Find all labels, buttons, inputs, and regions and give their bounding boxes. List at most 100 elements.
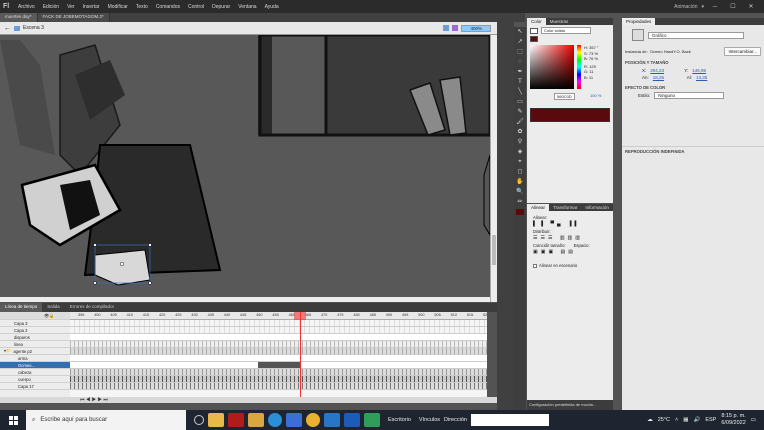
doc-tab-2[interactable]: FACK DE JOBEMOTAGOM.2*	[37, 13, 110, 22]
back-arrow-icon[interactable]: ←	[4, 25, 11, 32]
taskbar-label-links[interactable]: Vínculos	[419, 417, 440, 423]
edit-symbol-icon[interactable]	[452, 25, 459, 31]
frame-ruler[interactable]: 395 400 405 410 415 420 425 430 435 440 445 450 455 4…	[70, 312, 487, 320]
maximize-icon[interactable]: ☐	[726, 3, 740, 10]
h-value[interactable]: 357 °	[589, 45, 598, 50]
height-value[interactable]: 13,35	[696, 75, 707, 80]
menu-texto[interactable]: Texto	[132, 4, 152, 10]
frame-row[interactable]	[70, 369, 487, 376]
layer-row[interactable]: Capa 2	[0, 327, 70, 334]
hue-slider[interactable]	[577, 45, 581, 89]
hand-tool-icon[interactable]: ✋	[515, 178, 525, 187]
layer-folder[interactable]: ▾📁 agente p2	[0, 348, 70, 355]
layer-row[interactable]: Capa 3	[0, 320, 70, 327]
notification-icon[interactable]: ▭	[751, 417, 756, 423]
tab-transform[interactable]: Transformar	[549, 204, 581, 211]
line-tool-icon[interactable]: ╲	[515, 88, 525, 97]
edit-scene-icon[interactable]	[443, 25, 450, 31]
alpha-field[interactable]: 100 %	[590, 93, 601, 98]
frame-row[interactable]	[70, 327, 487, 334]
y-value[interactable]: 146,95	[692, 68, 706, 73]
play-controls[interactable]: ⏮ ◀ ▶ ▶ ⏭	[80, 397, 108, 403]
address-field[interactable]	[470, 414, 549, 426]
bone-tool-icon[interactable]: ⚲	[515, 138, 525, 147]
edge-icon[interactable]	[268, 413, 282, 427]
distribute-buttons[interactable]: ☰☰☰ ▥▥▥	[533, 235, 607, 242]
chevron-up-icon[interactable]: ˄	[675, 417, 678, 423]
app-icon[interactable]	[364, 413, 380, 427]
s-value[interactable]: 73 %	[589, 51, 598, 56]
layer-row-selected[interactable]: Ocmeo...	[0, 362, 70, 369]
width-value[interactable]: 18,25	[653, 75, 683, 80]
task-view-icon[interactable]	[194, 415, 204, 425]
folder-app-icon[interactable]	[248, 413, 264, 427]
menu-ver[interactable]: Ver	[63, 4, 79, 10]
position-section[interactable]: POSICIÓN Y TAMAÑO	[622, 58, 764, 67]
layer-row[interactable]: arma	[0, 355, 70, 362]
tab-swatches[interactable]: Muestras	[546, 18, 573, 25]
taskbar-label-desktop[interactable]: Escritorio	[388, 417, 411, 423]
selection-tool-icon[interactable]: ↖	[515, 28, 525, 37]
layer-row[interactable]: Capa 17	[0, 383, 70, 390]
stage-horizontal-scrollbar[interactable]	[0, 297, 490, 302]
paint-bucket-icon[interactable]: ◈	[515, 148, 525, 157]
color-picker-field[interactable]	[530, 45, 574, 89]
fill-color-swatch-large[interactable]	[530, 36, 538, 42]
stroke-color-icon[interactable]: ✏	[515, 198, 525, 207]
volume-icon[interactable]: 🔊	[693, 417, 700, 423]
deco-tool-icon[interactable]: ✿	[515, 128, 525, 137]
tab-color[interactable]: Color	[527, 18, 546, 25]
layer-row[interactable]: cuerpo	[0, 376, 70, 383]
stroke-color-swatch[interactable]	[530, 27, 538, 34]
playhead-handle[interactable]	[294, 312, 306, 320]
hex-field[interactable]: 560C0D	[554, 93, 575, 100]
stage-canvas[interactable]	[0, 35, 490, 302]
motion-presets-tab[interactable]: Configuración predefinida de movim...	[527, 400, 613, 410]
taskbar-search[interactable]: ⌕ Escribe aquí para buscar	[26, 410, 186, 430]
layer-row[interactable]: cabeza	[0, 369, 70, 376]
swap-button[interactable]: Intercambiar...	[724, 47, 761, 56]
tab-align[interactable]: Alinear	[527, 204, 550, 211]
lock-icon[interactable]: 🔒	[49, 313, 54, 319]
zoom-tool-icon[interactable]: 🔍	[515, 188, 525, 197]
menu-comandos[interactable]: Comandos	[152, 4, 184, 10]
playhead[interactable]	[300, 312, 301, 397]
clock[interactable]: 8:15 p. m. 6/09/2022	[721, 413, 745, 427]
frame-row[interactable]	[70, 383, 487, 390]
eraser-tool-icon[interactable]: ◻	[515, 168, 525, 177]
subselection-tool-icon[interactable]: ↗	[515, 38, 525, 47]
menu-ventana[interactable]: Ventana	[234, 4, 260, 10]
tab-properties[interactable]: Propiedades	[622, 18, 656, 25]
transform-tool-icon[interactable]: ⬚	[515, 48, 525, 57]
tab-timeline[interactable]: Línea de tiempo	[0, 303, 43, 312]
color-effect-section[interactable]: EFECTO DE COLOR	[622, 81, 764, 91]
lasso-tool-icon[interactable]: ◌	[515, 58, 525, 67]
frame-row[interactable]	[70, 376, 487, 383]
align-stage-checkbox[interactable]	[533, 263, 537, 268]
layer-row[interactable]: disparos	[0, 334, 70, 341]
menu-depurar[interactable]: Depurar	[208, 4, 234, 10]
eyedropper-icon[interactable]: ⌖	[515, 158, 525, 167]
rectangle-tool-icon[interactable]: ▭	[515, 98, 525, 107]
r-value[interactable]: 129	[589, 64, 596, 69]
menu-modificar[interactable]: Modificar	[104, 4, 132, 10]
network-icon[interactable]: ▦	[683, 417, 688, 423]
tab-compiler-errors[interactable]: Errores de compilador	[65, 303, 119, 312]
b-value[interactable]: 76 %	[589, 56, 598, 61]
frame-row[interactable]	[70, 334, 487, 341]
file-explorer-icon[interactable]	[208, 413, 224, 427]
g-value[interactable]: 11	[589, 69, 593, 74]
blue-value[interactable]: 11	[589, 75, 593, 80]
minimize-icon[interactable]: ─	[708, 4, 722, 10]
frame-row[interactable]	[70, 320, 487, 327]
mail-icon[interactable]	[324, 413, 340, 427]
menu-ayuda[interactable]: Ayuda	[261, 4, 283, 10]
animate-app-icon[interactable]	[228, 413, 244, 427]
fill-color-swatch[interactable]	[516, 209, 524, 215]
tab-output[interactable]: Salida	[42, 303, 65, 312]
chrome-icon[interactable]	[306, 413, 320, 427]
frame-row[interactable]	[70, 341, 487, 348]
pen-tool-icon[interactable]: ✒	[515, 68, 525, 77]
frame-row[interactable]	[70, 348, 487, 355]
style-select[interactable]: Ninguno	[654, 92, 725, 99]
